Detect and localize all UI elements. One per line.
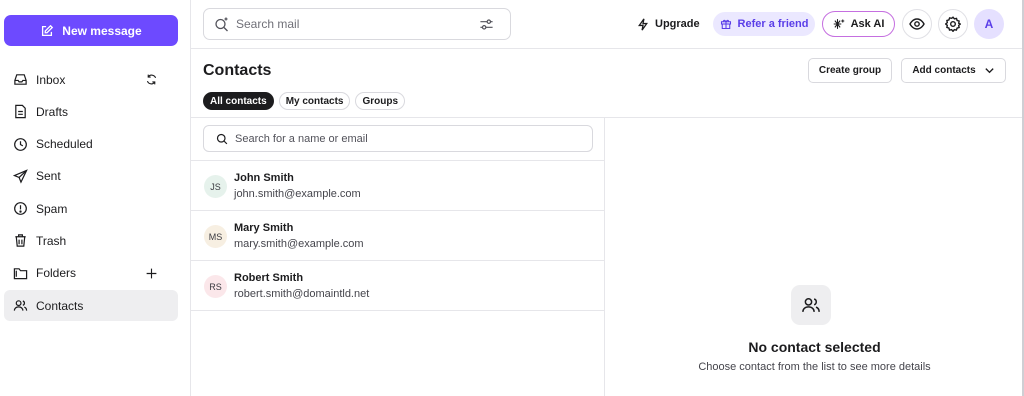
user-avatar[interactable]: A bbox=[974, 9, 1004, 39]
add-contacts-label: Add contacts bbox=[912, 65, 976, 76]
sidebar-nav: Inbox Drafts Scheduled Sent Spam Trash F… bbox=[4, 64, 178, 322]
contact-email: mary.smith@example.com bbox=[234, 238, 364, 250]
sidebar-item-label: Spam bbox=[36, 201, 68, 216]
search-mail-placeholder: Search mail bbox=[236, 17, 300, 31]
page-title: Contacts bbox=[203, 62, 272, 79]
ask-ai-button[interactable]: Ask AI bbox=[822, 11, 895, 37]
gear-icon bbox=[945, 16, 961, 32]
view-toggle-button[interactable] bbox=[902, 9, 932, 39]
search-icon bbox=[216, 133, 228, 144]
folder-icon bbox=[13, 267, 28, 280]
ask-ai-label: Ask AI bbox=[850, 18, 885, 30]
empty-state-title: No contact selected bbox=[748, 339, 881, 355]
gift-icon bbox=[720, 19, 731, 30]
topbar: Search mail Upgrade Refer a friend Ask A… bbox=[191, 0, 1024, 49]
sidebar-item-folders[interactable]: Folders bbox=[4, 258, 178, 289]
contact-name: John Smith bbox=[234, 172, 294, 184]
contact-email: john.smith@example.com bbox=[234, 188, 361, 200]
add-folder-icon[interactable] bbox=[145, 267, 158, 280]
add-contacts-button[interactable]: Add contacts bbox=[901, 58, 1006, 83]
create-group-label: Create group bbox=[818, 65, 882, 76]
contacts-icon bbox=[13, 300, 28, 311]
sidebar-item-label: Inbox bbox=[36, 72, 66, 87]
contact-tabs: All contacts My contacts Groups bbox=[203, 92, 406, 110]
sidebar-item-sent[interactable]: Sent bbox=[4, 161, 178, 192]
send-icon bbox=[13, 169, 28, 184]
settings-button[interactable] bbox=[938, 9, 968, 39]
tab-all-contacts[interactable]: All contacts bbox=[203, 92, 274, 110]
sidebar-item-trash[interactable]: Trash bbox=[4, 225, 178, 256]
spam-icon bbox=[14, 202, 27, 216]
sidebar-item-label: Scheduled bbox=[36, 137, 93, 152]
contact-name: Robert Smith bbox=[234, 272, 304, 284]
upgrade-button[interactable]: Upgrade bbox=[637, 15, 700, 33]
contact-avatar: RS bbox=[204, 275, 227, 298]
compose-icon bbox=[42, 24, 54, 36]
app: New message Inbox Drafts Scheduled Sent … bbox=[0, 0, 1024, 396]
tab-groups[interactable]: Groups bbox=[355, 92, 406, 110]
lightning-icon bbox=[638, 18, 648, 30]
avatar-initial: A bbox=[984, 17, 994, 31]
refresh-icon[interactable] bbox=[145, 73, 158, 86]
filter-sliders-icon[interactable] bbox=[479, 17, 494, 32]
create-group-button[interactable]: Create group bbox=[808, 58, 892, 83]
search-ai-icon bbox=[215, 17, 228, 32]
empty-state-contacts-icon bbox=[791, 285, 831, 325]
list-divider bbox=[191, 310, 604, 311]
trash-icon bbox=[15, 234, 26, 248]
contact-search-placeholder: Search for a name or email bbox=[235, 132, 368, 145]
sidebar-item-contacts[interactable]: Contacts bbox=[4, 290, 178, 322]
upgrade-label: Upgrade bbox=[655, 18, 700, 30]
new-message-label: New message bbox=[62, 23, 142, 38]
sidebar-item-label: Drafts bbox=[36, 104, 69, 119]
refer-label: Refer a friend bbox=[737, 18, 809, 30]
header-divider bbox=[191, 117, 1024, 118]
inbox-icon bbox=[14, 74, 27, 85]
tab-my-contacts[interactable]: My contacts bbox=[278, 92, 351, 110]
refer-a-friend-button[interactable]: Refer a friend bbox=[713, 12, 815, 36]
chevron-down-icon bbox=[985, 68, 994, 74]
sidebar-item-label: Folders bbox=[36, 266, 77, 281]
sidebar-item-scheduled[interactable]: Scheduled bbox=[4, 129, 178, 160]
sidebar: New message Inbox Drafts Scheduled Sent … bbox=[0, 0, 191, 396]
clock-icon bbox=[14, 137, 27, 151]
sidebar-item-label: Contacts bbox=[36, 298, 84, 313]
new-message-button[interactable]: New message bbox=[4, 15, 178, 46]
contact-email: robert.smith@domaintld.net bbox=[234, 288, 370, 300]
sparkle-icon bbox=[833, 19, 844, 29]
contact-avatar: MS bbox=[204, 225, 227, 248]
drafts-icon bbox=[15, 105, 26, 119]
contact-row[interactable]: MS Mary Smith mary.smith@example.com bbox=[191, 210, 604, 260]
contact-search-input[interactable]: Search for a name or email bbox=[203, 125, 593, 152]
sidebar-item-drafts[interactable]: Drafts bbox=[4, 96, 178, 127]
sidebar-item-inbox[interactable]: Inbox bbox=[4, 64, 178, 95]
search-mail-input[interactable]: Search mail bbox=[203, 8, 511, 40]
sidebar-item-spam[interactable]: Spam bbox=[4, 193, 178, 224]
contact-name: Mary Smith bbox=[234, 222, 294, 234]
contacts-icon bbox=[802, 298, 820, 312]
sidebar-item-label: Trash bbox=[36, 233, 67, 248]
eye-icon bbox=[909, 18, 925, 30]
sidebar-item-label: Sent bbox=[36, 169, 61, 184]
contact-row[interactable]: JS John Smith john.smith@example.com bbox=[191, 160, 604, 210]
contact-row[interactable]: RS Robert Smith robert.smith@domaintld.n… bbox=[191, 260, 604, 310]
contact-avatar: JS bbox=[204, 175, 227, 198]
empty-state-subtitle: Choose contact from the list to see more… bbox=[698, 361, 931, 373]
